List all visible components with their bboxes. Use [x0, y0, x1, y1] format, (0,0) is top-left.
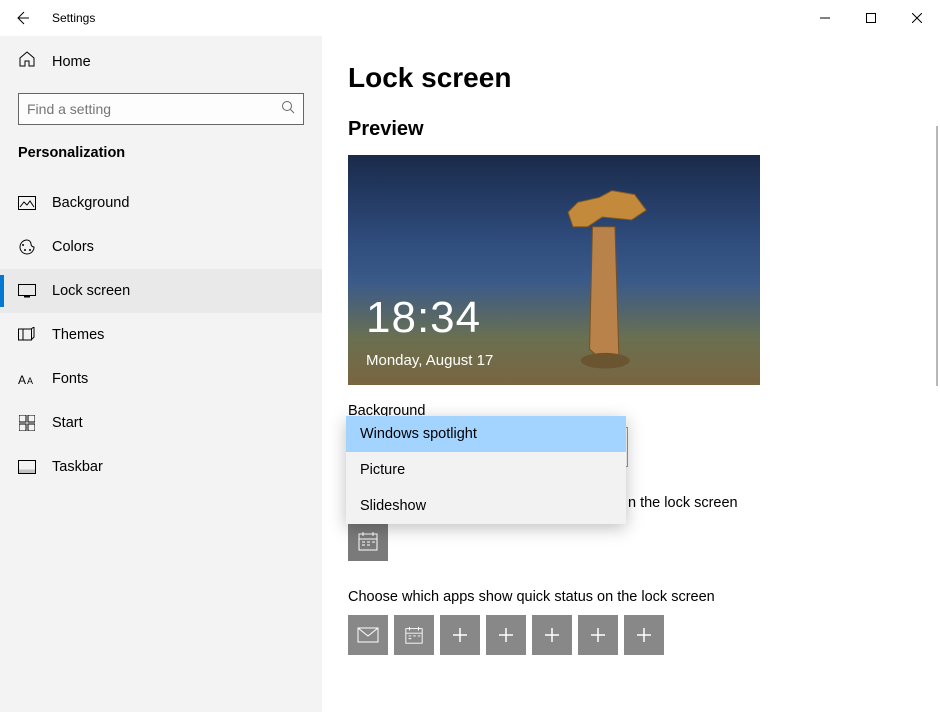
- sidebar-item-label: Fonts: [52, 371, 88, 387]
- sidebar-item-label: Colors: [52, 239, 94, 255]
- scrollbar[interactable]: [936, 126, 938, 386]
- background-dropdown-popup: Windows spotlight Picture Slideshow: [346, 416, 626, 524]
- sidebar-home[interactable]: Home: [0, 36, 322, 87]
- sidebar-item-fonts[interactable]: AA Fonts: [0, 357, 322, 401]
- sidebar-item-background[interactable]: Background: [0, 181, 322, 225]
- window-controls: [802, 2, 940, 34]
- svg-text:A: A: [18, 373, 26, 386]
- arrow-left-icon: [14, 10, 30, 26]
- home-label: Home: [52, 54, 91, 70]
- sidebar-item-themes[interactable]: Themes: [0, 313, 322, 357]
- quick-status-tile-row: [348, 615, 940, 655]
- taskbar-icon: [18, 458, 36, 476]
- dropdown-option-windows-spotlight[interactable]: Windows spotlight: [346, 416, 626, 452]
- lock-screen-icon: [18, 282, 36, 300]
- plus-icon: [452, 627, 468, 643]
- background-icon: [18, 194, 36, 212]
- plus-icon: [636, 627, 652, 643]
- quick-status-tile-mail[interactable]: [348, 615, 388, 655]
- sidebar-item-label: Start: [52, 415, 83, 431]
- sidebar-item-lock-screen[interactable]: Lock screen: [0, 269, 322, 313]
- sidebar-item-label: Background: [52, 195, 129, 211]
- plus-icon: [590, 627, 606, 643]
- titlebar: Settings: [0, 0, 940, 36]
- sidebar-item-colors[interactable]: Colors: [0, 225, 322, 269]
- calendar-icon: [404, 625, 424, 645]
- category-title: Personalization: [0, 145, 322, 181]
- sidebar-item-start[interactable]: Start: [0, 401, 322, 445]
- preview-time: 18:34: [366, 293, 481, 343]
- fonts-icon: AA: [18, 370, 36, 388]
- main-content: Lock screen Preview 18:34 Monday, August…: [322, 36, 940, 712]
- window-title: Settings: [52, 11, 95, 25]
- maximize-icon: [866, 13, 876, 23]
- quick-status-tile-add[interactable]: [486, 615, 526, 655]
- themes-icon: [18, 326, 36, 344]
- back-button[interactable]: [12, 8, 32, 28]
- sidebar-item-label: Themes: [52, 327, 104, 343]
- quick-status-text: Choose which apps show quick status on t…: [348, 589, 940, 605]
- calendar-icon: [357, 530, 379, 552]
- search-box[interactable]: [18, 93, 304, 125]
- quick-status-tile-calendar[interactable]: [394, 615, 434, 655]
- close-icon: [912, 13, 922, 23]
- lock-screen-preview: 18:34 Monday, August 17: [348, 155, 760, 385]
- dropdown-option-picture[interactable]: Picture: [346, 452, 626, 488]
- search-icon: [281, 100, 295, 119]
- preview-rock-image: [533, 173, 681, 369]
- sidebar-item-taskbar[interactable]: Taskbar: [0, 445, 322, 489]
- quick-status-tile-add[interactable]: [532, 615, 572, 655]
- maximize-button[interactable]: [848, 2, 894, 34]
- svg-text:A: A: [27, 376, 33, 386]
- dropdown-option-slideshow[interactable]: Slideshow: [346, 488, 626, 524]
- mail-icon: [357, 627, 379, 643]
- minimize-icon: [820, 13, 830, 23]
- page-title: Lock screen: [348, 62, 940, 94]
- quick-status-tile-add[interactable]: [440, 615, 480, 655]
- start-icon: [18, 414, 36, 432]
- preview-date: Monday, August 17: [366, 352, 493, 369]
- preview-heading: Preview: [348, 118, 940, 141]
- sidebar: Home Personalization Background Colors L…: [0, 36, 322, 712]
- search-input[interactable]: [27, 101, 295, 117]
- plus-icon: [544, 627, 560, 643]
- quick-status-tile-add[interactable]: [578, 615, 618, 655]
- sidebar-item-label: Lock screen: [52, 283, 130, 299]
- titlebar-left: Settings: [12, 8, 95, 28]
- detailed-status-tile[interactable]: [348, 521, 388, 561]
- quick-status-tile-add[interactable]: [624, 615, 664, 655]
- sidebar-item-label: Taskbar: [52, 459, 103, 475]
- plus-icon: [498, 627, 514, 643]
- minimize-button[interactable]: [802, 2, 848, 34]
- home-icon: [18, 50, 36, 73]
- detailed-status-tile-row: [348, 521, 940, 561]
- colors-icon: [18, 238, 36, 256]
- close-button[interactable]: [894, 2, 940, 34]
